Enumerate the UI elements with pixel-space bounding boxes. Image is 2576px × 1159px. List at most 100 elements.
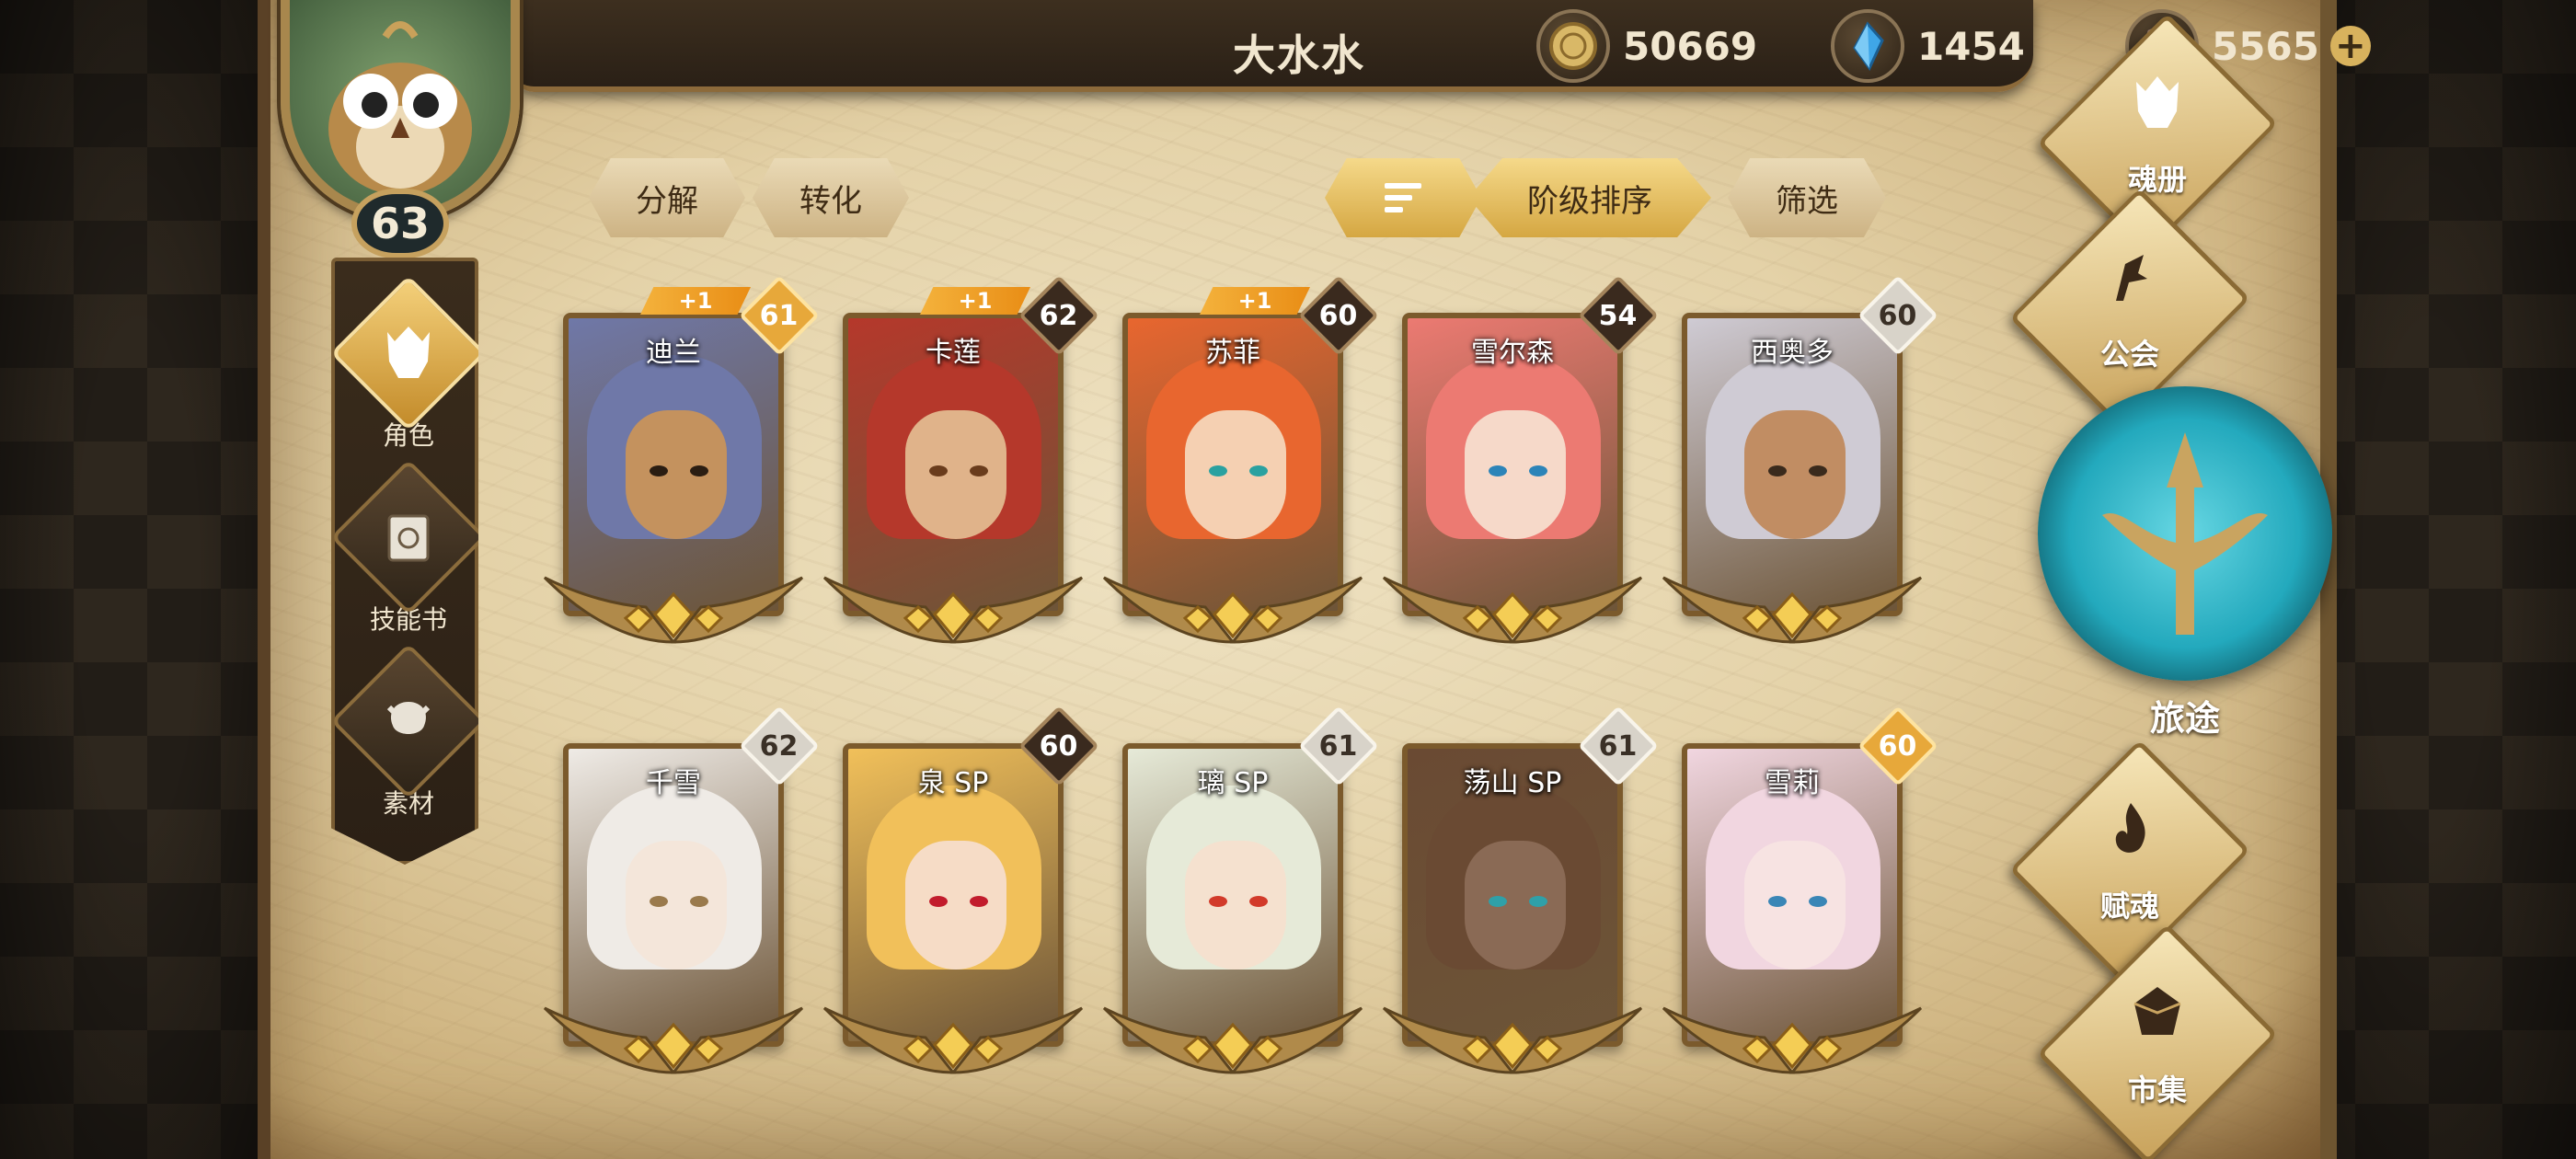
- hero-eye: [690, 896, 708, 907]
- soulbook-label: 魂册: [2127, 162, 2187, 197]
- hero-face: [1744, 841, 1846, 970]
- hero-card[interactable]: 迪兰 +1 61: [543, 275, 820, 644]
- skill-book-icon: [387, 514, 430, 562]
- hero-name: 璃 SP: [1197, 767, 1269, 799]
- rank-wings-icon: [1662, 576, 1923, 644]
- crystal-resource: 1454: [1831, 9, 2025, 83]
- rank-wings-icon: [543, 576, 804, 644]
- gold-resource: 50669: [1536, 9, 1757, 83]
- hero-eye: [1209, 465, 1227, 476]
- hero-card[interactable]: 西奥多 60: [1662, 275, 1938, 644]
- guild-button[interactable]: 公会: [2009, 188, 2250, 429]
- hero-face: [905, 841, 1006, 970]
- hero-eye: [1809, 465, 1827, 476]
- hero-card[interactable]: 荡山 SP 61: [1382, 706, 1659, 1074]
- decompose-button[interactable]: 分解: [589, 158, 745, 237]
- hero-level: 62: [760, 729, 799, 763]
- rank-wings-icon: [822, 1006, 1084, 1074]
- sort-order-icon: [1385, 183, 1421, 212]
- hero-eye: [929, 465, 948, 476]
- talent-soul-button[interactable]: 赋魂: [2009, 740, 2250, 981]
- hero-eye: [970, 896, 988, 907]
- rank-wings-icon: [1102, 576, 1363, 644]
- hero-face: [1185, 410, 1286, 539]
- player-name: 大水水: [1233, 30, 1365, 80]
- soulbook-icon: [2121, 66, 2194, 140]
- hero-card[interactable]: 雪尔森 54: [1382, 275, 1659, 644]
- hero-name: 荡山 SP: [1463, 767, 1562, 799]
- hero-face: [1465, 841, 1566, 970]
- upgrade-bonus-badge: +1: [920, 287, 1030, 315]
- hero-face: [626, 410, 727, 539]
- hero-card[interactable]: 璃 SP 61: [1102, 706, 1379, 1074]
- hero-card[interactable]: 卡莲 +1 62: [822, 275, 1099, 644]
- menu-item-material[interactable]: 素材: [331, 643, 478, 820]
- left-wall: [0, 0, 276, 1159]
- left-side-menu: 角色 技能书 素材: [331, 258, 478, 865]
- hero-card[interactable]: 苏菲 +1 60: [1102, 275, 1379, 644]
- hero-name: 千雪: [646, 767, 701, 799]
- journey-button[interactable]: 旅途: [2038, 386, 2332, 739]
- hero-name: 泉 SP: [917, 767, 989, 799]
- hero-card[interactable]: 雪莉 60: [1662, 706, 1938, 1074]
- material-icon: [386, 702, 431, 734]
- rank-wings-icon: [1662, 1006, 1923, 1074]
- hero-eye: [970, 465, 988, 476]
- hero-level: 61: [1599, 729, 1638, 763]
- hero-level: 60: [1319, 299, 1358, 332]
- tier-sort-button[interactable]: 阶级排序: [1468, 158, 1711, 237]
- hero-eye: [1529, 465, 1547, 476]
- sort-order-button[interactable]: [1325, 158, 1481, 237]
- rank-wings-icon: [1382, 1006, 1643, 1074]
- hero-name: 卡莲: [926, 337, 981, 369]
- owl-mascot-icon: [328, 21, 472, 195]
- lm-icon-frame: [331, 643, 478, 799]
- hero-eye: [1209, 896, 1227, 907]
- lm-icon-frame: [331, 275, 478, 431]
- hero-name: 迪兰: [646, 337, 701, 369]
- hero-face: [1744, 410, 1846, 539]
- hero-face: [905, 410, 1006, 539]
- menu-item-skill-book[interactable]: 技能书: [331, 459, 478, 637]
- avatar[interactable]: [281, 0, 520, 221]
- player-avatar-block[interactable]: 63: [262, 0, 557, 267]
- hero-level: 54: [1599, 299, 1638, 332]
- resource-bar: 大水水 50669 1454 5565 +: [515, 0, 2371, 92]
- market-label: 市集: [2127, 1073, 2187, 1107]
- filter-button[interactable]: 筛选: [1728, 158, 1886, 237]
- hero-level: 60: [1879, 299, 1917, 332]
- hero-face: [626, 841, 727, 970]
- hero-eye: [650, 896, 668, 907]
- hero-level: 61: [1319, 729, 1358, 763]
- menu-item-role[interactable]: 角色: [331, 275, 478, 453]
- hero-card[interactable]: 千雪 62: [543, 706, 820, 1074]
- talent-label: 赋魂: [2099, 889, 2159, 924]
- hero-eye: [1249, 465, 1268, 476]
- hero-name: 雪尔森: [1471, 337, 1554, 369]
- hero-level: 62: [1040, 299, 1078, 332]
- market-button[interactable]: 市集: [2037, 924, 2278, 1159]
- hero-name: 苏菲: [1205, 337, 1260, 369]
- market-gem-icon: [2121, 977, 2194, 1050]
- hero-eye: [1768, 465, 1787, 476]
- flame-icon: [2093, 793, 2167, 866]
- guild-icon: [2093, 241, 2167, 315]
- hero-name: 雪莉: [1765, 767, 1820, 799]
- rank-wings-icon: [1102, 1006, 1363, 1074]
- hero-face: [1465, 410, 1566, 539]
- hero-eye: [929, 896, 948, 907]
- player-level-badge: 63: [351, 189, 449, 258]
- lm-icon-frame: [331, 459, 478, 615]
- hero-eye: [1489, 896, 1507, 907]
- convert-button[interactable]: 转化: [753, 158, 909, 237]
- rank-wings-icon: [822, 576, 1084, 644]
- soulbook-button[interactable]: 魂册: [2037, 13, 2278, 254]
- hero-eye: [690, 465, 708, 476]
- rank-wings-icon: [1382, 576, 1643, 644]
- gold-amount: 50669: [1623, 23, 1758, 69]
- upgrade-bonus-badge: +1: [1200, 287, 1310, 315]
- journey-emblem-icon: [2102, 432, 2268, 635]
- add-soul-gem-button[interactable]: +: [2329, 26, 2371, 66]
- hero-card[interactable]: 泉 SP 60: [822, 706, 1099, 1074]
- hero-eye: [1489, 465, 1507, 476]
